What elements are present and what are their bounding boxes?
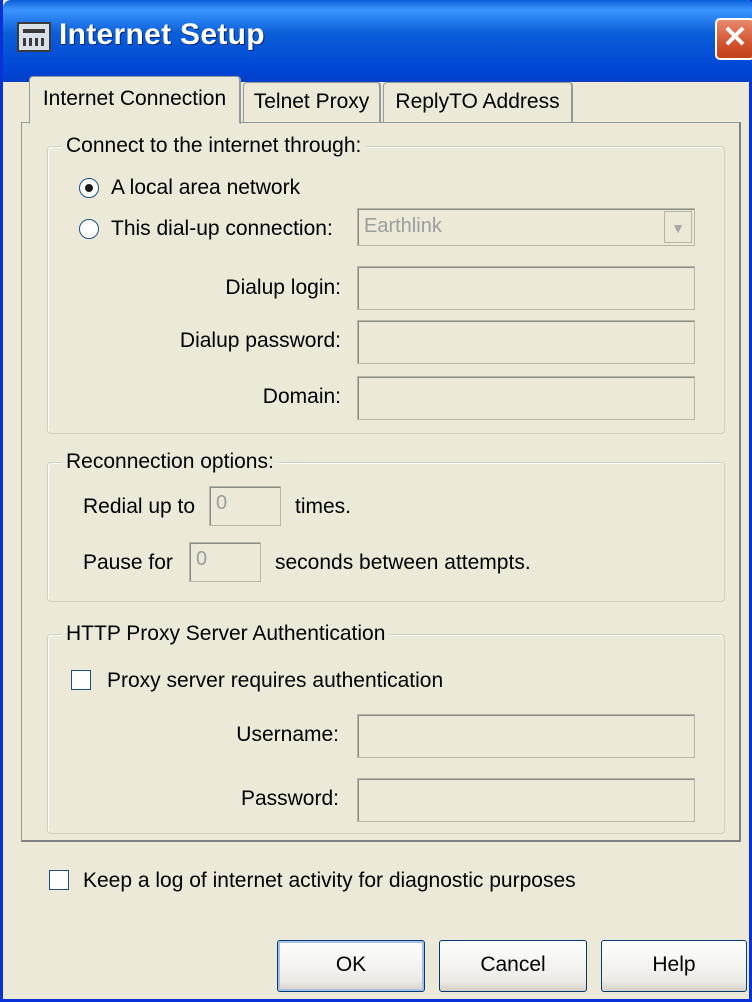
dialup-password-field[interactable] bbox=[357, 320, 695, 364]
username-label: Username: bbox=[236, 723, 339, 746]
password-label: Password: bbox=[240, 787, 339, 810]
redial-suffix: times. bbox=[295, 495, 352, 518]
lan-label: A local area network bbox=[111, 176, 301, 199]
tab-telnet-proxy[interactable]: Telnet Proxy bbox=[243, 82, 381, 122]
proxy-auth-checkbox[interactable] bbox=[71, 670, 91, 690]
password-field[interactable] bbox=[357, 778, 695, 822]
keep-log-checkbox[interactable] bbox=[49, 870, 69, 890]
reconnect-group-legend: Reconnection options: bbox=[62, 449, 278, 475]
title-bar[interactable]: Internet Setup ✕ bbox=[3, 0, 752, 82]
dialup-label: This dial-up connection: bbox=[111, 217, 333, 240]
domain-label: Domain: bbox=[262, 385, 341, 408]
close-button[interactable]: ✕ bbox=[715, 18, 752, 60]
dialup-connection-select[interactable]: Earthlink ▼ bbox=[357, 208, 695, 246]
ok-button[interactable]: OK bbox=[277, 940, 425, 992]
proxy-auth-label: Proxy server requires authentication bbox=[107, 669, 444, 692]
dialup-login-field[interactable] bbox=[357, 266, 695, 310]
connect-group-legend: Connect to the internet through: bbox=[62, 133, 366, 159]
window-title: Internet Setup bbox=[59, 18, 265, 51]
chevron-down-icon[interactable]: ▼ bbox=[664, 211, 692, 243]
redial-count-field[interactable]: 0 bbox=[209, 486, 281, 526]
keep-log-label: Keep a log of internet activity for diag… bbox=[83, 869, 576, 892]
pause-seconds-field[interactable]: 0 bbox=[189, 542, 261, 582]
pause-label: Pause for bbox=[83, 551, 173, 574]
lan-radio[interactable] bbox=[79, 178, 99, 198]
internet-setup-dialog: Internet Setup ✕ Internet Connection Tel… bbox=[0, 0, 752, 1002]
dialup-password-label: Dialup password: bbox=[179, 329, 341, 352]
dialup-connection-value: Earthlink bbox=[364, 215, 442, 237]
redial-label: Redial up to bbox=[83, 495, 196, 518]
dialup-login-label: Dialup login: bbox=[225, 276, 341, 299]
proxy-auth-legend: HTTP Proxy Server Authentication bbox=[62, 621, 390, 647]
help-button[interactable]: Help bbox=[601, 940, 747, 992]
dialup-radio[interactable] bbox=[79, 219, 99, 239]
modem-icon bbox=[17, 22, 51, 52]
tab-internet-connection[interactable]: Internet Connection bbox=[29, 76, 241, 124]
pause-suffix: seconds between attempts. bbox=[275, 551, 531, 574]
tab-replyto-address[interactable]: ReplyTO Address bbox=[383, 82, 573, 122]
domain-field[interactable] bbox=[357, 376, 695, 420]
username-field[interactable] bbox=[357, 714, 695, 758]
reconnect-group: Reconnection options: bbox=[47, 449, 725, 602]
cancel-button[interactable]: Cancel bbox=[439, 940, 587, 992]
